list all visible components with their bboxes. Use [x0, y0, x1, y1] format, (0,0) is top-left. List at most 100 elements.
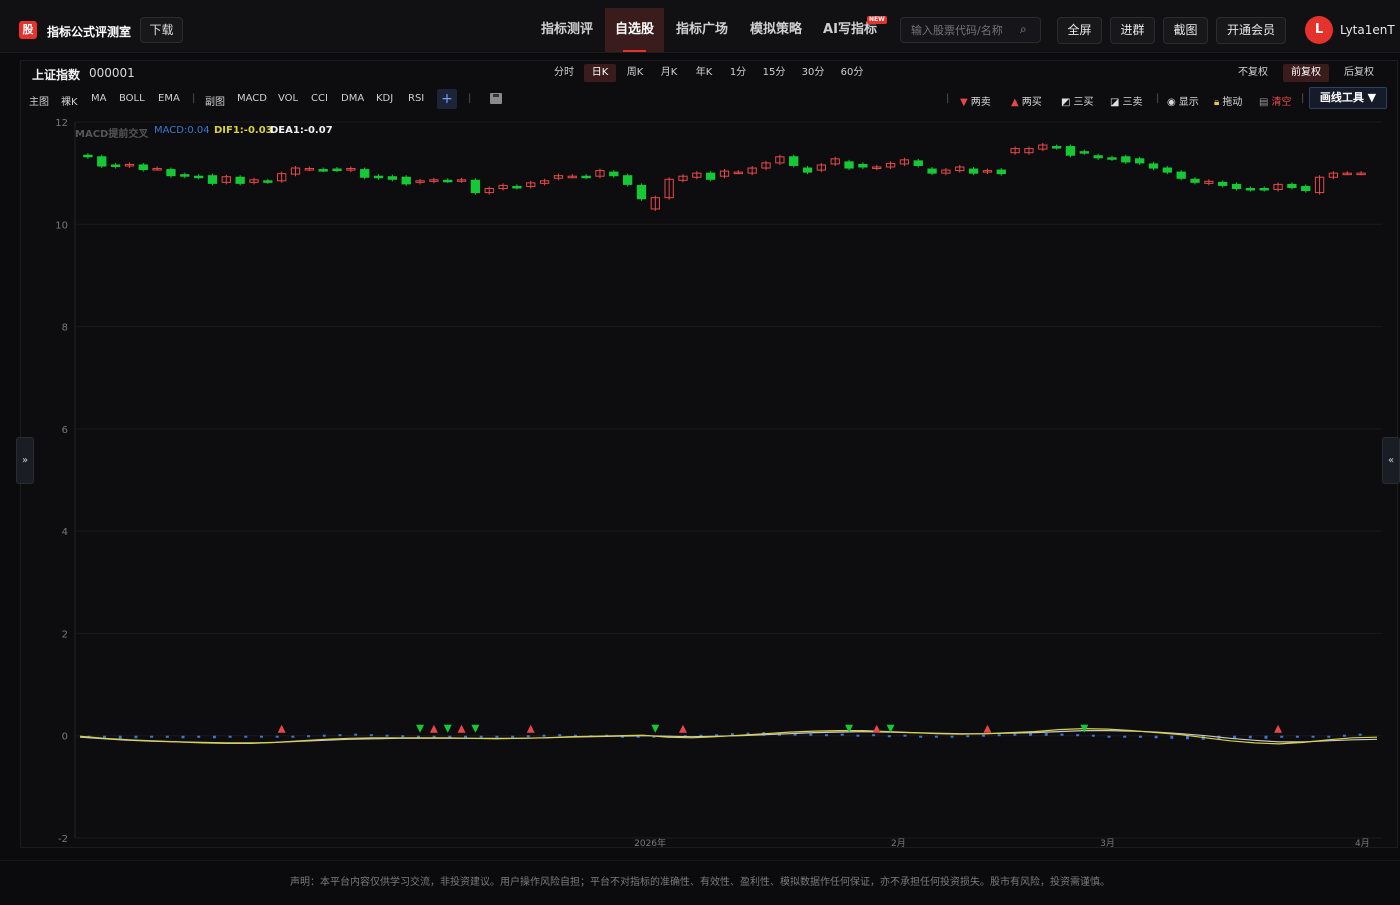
drag-tool[interactable]: 🔒︎ 拖动: [1214, 93, 1242, 108]
nav-ai-indicator[interactable]: AI写指标: [814, 8, 886, 52]
macd-bar: [1358, 733, 1362, 736]
period-intraday[interactable]: 分时: [549, 64, 579, 82]
drag-label: 拖动: [1222, 97, 1243, 108]
two-sell-label: 两卖: [970, 97, 991, 108]
period-monthly[interactable]: 月K: [654, 64, 684, 82]
avatar[interactable]: L: [1305, 16, 1333, 44]
indicator-ma[interactable]: MA: [91, 93, 106, 104]
macd-bar: [840, 733, 844, 736]
period-yearly[interactable]: 年K: [689, 64, 719, 82]
period-daily[interactable]: 日K: [584, 64, 616, 82]
macd-bar: [165, 735, 169, 738]
x-tick-label: 4月: [1355, 838, 1370, 848]
candle-body: [1148, 163, 1159, 169]
buy-signal-marker: [526, 724, 535, 733]
candle-body: [927, 168, 937, 174]
indicator-kdj[interactable]: KDJ: [376, 93, 393, 104]
kline-chart[interactable]: 12 10 8 6 4 2 0 -2 2026年 2月 3月 4月: [20, 112, 1384, 848]
period-15min[interactable]: 15分: [758, 64, 790, 82]
show-tool[interactable]: ◉ 显示: [1167, 93, 1199, 108]
macd-bar: [887, 735, 891, 738]
divider: |: [1301, 93, 1305, 104]
candle-body: [443, 179, 453, 183]
download-button[interactable]: 下载: [140, 17, 183, 43]
indicator-ema[interactable]: EMA: [158, 93, 180, 104]
period-weekly[interactable]: 周K: [620, 64, 650, 82]
eye-icon: ◉: [1167, 97, 1176, 108]
nav-watchlist[interactable]: 自选股: [605, 8, 664, 52]
buy-signal-marker: [277, 724, 286, 733]
indicator-boll[interactable]: BOLL: [119, 93, 145, 104]
clear-label: 清空: [1271, 97, 1292, 108]
buy-signal-marker: [983, 724, 992, 733]
period-60min[interactable]: 60分: [836, 64, 868, 82]
buy-signal-marker: [429, 724, 438, 733]
two-buy-tool[interactable]: ▲ 两买: [1011, 93, 1042, 108]
period-30min[interactable]: 30分: [797, 64, 829, 82]
macd-bar: [118, 735, 122, 739]
macd-bar: [1091, 734, 1095, 737]
macd-bar: [385, 734, 389, 737]
macd-bar: [259, 735, 263, 738]
membership-button[interactable]: 开通会员: [1216, 17, 1286, 44]
fullscreen-button[interactable]: 全屏: [1057, 17, 1102, 44]
clear-tool[interactable]: ▤ 清空: [1259, 93, 1291, 108]
macd-bar: [244, 735, 248, 738]
username[interactable]: Lyta1enT: [1340, 23, 1395, 37]
nav-indicator-square[interactable]: 指标广场: [666, 8, 738, 52]
buy-signal-marker: [457, 724, 466, 733]
candle-body: [1176, 171, 1186, 179]
macd-bar: [1248, 735, 1252, 739]
screenshot-button[interactable]: 截图: [1163, 17, 1208, 44]
macd-bar: [181, 735, 185, 739]
adjust-backward[interactable]: 后复权: [1336, 64, 1382, 82]
candle-body: [1107, 157, 1117, 160]
adjust-none[interactable]: 不复权: [1231, 64, 1275, 82]
macd-bar: [322, 734, 326, 737]
logo-icon[interactable]: 股: [19, 21, 37, 39]
indicator-macd[interactable]: MACD: [237, 93, 267, 104]
three-sell-tool[interactable]: ◪ 三卖: [1110, 93, 1142, 108]
y-tick-label: 4: [62, 527, 68, 538]
indicator-raw-k[interactable]: 裸K: [61, 93, 78, 108]
macd-bar: [1295, 735, 1299, 738]
candle-body: [1231, 183, 1242, 189]
divider: |: [468, 93, 472, 104]
nav-indicator-review[interactable]: 指标测评: [530, 8, 604, 52]
macd-bar: [919, 735, 923, 738]
candle-body: [138, 164, 148, 171]
add-indicator-button[interactable]: +: [437, 89, 457, 109]
indicator-vol[interactable]: VOL: [278, 93, 298, 104]
macd-bar: [307, 735, 311, 738]
candle-body: [207, 175, 218, 184]
macd-bar: [291, 735, 295, 738]
x-tick-label: 2026年: [634, 837, 666, 848]
x-tick-label: 3月: [1100, 838, 1115, 848]
save-icon[interactable]: [490, 93, 502, 104]
sell-signal-marker: [416, 724, 425, 733]
macd-bar: [1264, 735, 1268, 739]
brand-title[interactable]: 指标公式评测室: [47, 23, 131, 40]
stock-name: 上证指数: [32, 68, 81, 82]
candle-body: [110, 164, 121, 167]
three-buy-tool[interactable]: ◩ 三买: [1061, 93, 1093, 108]
y-tick-label: 10: [55, 220, 68, 231]
nav-sim-strategy[interactable]: 模拟策略: [740, 8, 812, 52]
candle-body: [1190, 178, 1200, 183]
candle-body: [193, 175, 204, 179]
macd-bar: [825, 734, 829, 737]
indicator-dma[interactable]: DMA: [341, 93, 364, 104]
search-icon[interactable]: ⌕: [1020, 22, 1027, 37]
candle-body: [387, 176, 398, 180]
macd-bar: [872, 734, 876, 737]
adjust-forward[interactable]: 前复权: [1283, 64, 1329, 82]
join-group-button[interactable]: 进群: [1110, 17, 1155, 44]
y-tick-label: 0: [62, 732, 68, 743]
indicator-cci[interactable]: CCI: [311, 93, 328, 104]
indicator-rsi[interactable]: RSI: [408, 93, 424, 104]
period-1min[interactable]: 1分: [724, 64, 752, 82]
draw-tool-dropdown[interactable]: 画线工具 ▼: [1309, 87, 1387, 109]
two-sell-tool[interactable]: ▼ 两卖: [960, 93, 991, 108]
candle-body: [996, 169, 1006, 175]
expand-right-button[interactable]: «: [1382, 437, 1400, 484]
